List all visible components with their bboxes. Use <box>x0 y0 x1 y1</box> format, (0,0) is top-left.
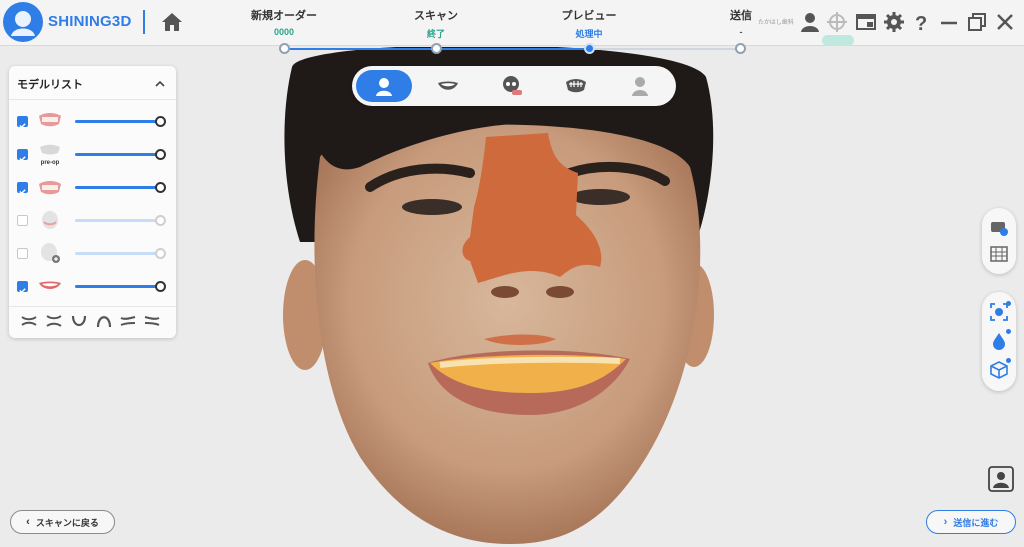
smile-view-icon <box>438 81 458 90</box>
restore-icon[interactable] <box>966 11 988 33</box>
face-view-icon <box>376 78 392 96</box>
user-name: たかはし歯科 <box>758 20 794 26</box>
face-model-icon <box>37 209 63 231</box>
jaw-settings-icon[interactable] <box>989 218 1009 238</box>
minimize-icon[interactable] <box>938 11 960 33</box>
step-status: 処理中 <box>575 29 603 39</box>
cube-icon[interactable] <box>989 360 1009 380</box>
opacity-slider[interactable] <box>75 120 161 123</box>
logo-icon <box>3 2 43 42</box>
opacity-slider[interactable] <box>75 252 161 255</box>
visibility-checkbox[interactable] <box>17 248 28 259</box>
step-node-scan <box>431 43 442 54</box>
chevron-up-icon[interactable] <box>155 76 165 87</box>
model-row-preop: pre-op <box>9 141 176 171</box>
preop-label: pre-op <box>40 160 60 166</box>
slider-handle[interactable] <box>155 116 166 127</box>
step-node-new-order <box>279 43 290 54</box>
model-row-add-face <box>9 240 176 270</box>
teeth-view-icon <box>566 79 586 93</box>
gear-icon[interactable] <box>883 11 905 33</box>
indicator-dot <box>1006 301 1011 306</box>
chevron-left-icon: ‹ <box>26 516 30 528</box>
next-label: 送信に進む <box>953 517 999 528</box>
help-icon[interactable]: ? <box>910 11 932 35</box>
chevron-right-icon: › <box>943 516 948 528</box>
workflow-progress <box>284 48 740 50</box>
right-toolbar-view <box>982 292 1016 391</box>
upper-jaw-icon <box>37 110 63 132</box>
bite-tilt-left-icon[interactable] <box>119 314 137 328</box>
color-drop-icon[interactable] <box>989 331 1009 351</box>
model-row-lower-jaw <box>9 174 176 204</box>
step-title: 新規オーダー <box>251 10 317 22</box>
profile-view-button[interactable] <box>612 70 668 102</box>
step-status: - <box>739 27 743 37</box>
model-row-upper-jaw <box>9 108 176 138</box>
step-status: 終了 <box>426 29 445 39</box>
lower-jaw-icon <box>37 176 63 198</box>
jaw-grid-icon[interactable] <box>989 244 1009 264</box>
slider-handle[interactable] <box>155 215 166 226</box>
profile-view-icon <box>632 77 648 96</box>
opacity-slider[interactable] <box>75 153 161 156</box>
visibility-checkbox[interactable] <box>17 215 28 226</box>
visibility-checkbox[interactable] <box>17 116 28 129</box>
visibility-checkbox[interactable] <box>17 182 28 195</box>
opacity-slider[interactable] <box>75 285 161 288</box>
brand-name: SHINING3D <box>48 13 132 30</box>
proceed-to-send-button[interactable]: › 送信に進む <box>926 510 1016 534</box>
indicator-dot <box>1006 358 1011 363</box>
account-icon[interactable] <box>799 11 821 33</box>
upper-arch-icon[interactable] <box>95 314 113 328</box>
view-toolbar <box>352 66 676 106</box>
visibility-checkbox[interactable] <box>17 281 28 294</box>
step-status: 0000 <box>273 27 295 37</box>
step-title: スキャン <box>414 10 458 22</box>
bite-open-icon[interactable] <box>20 314 38 328</box>
bite-tilt-right-icon[interactable] <box>143 314 161 328</box>
divider <box>9 306 176 307</box>
slider-handle[interactable] <box>155 149 166 160</box>
back-label: スキャンに戻る <box>35 517 99 528</box>
slider-handle[interactable] <box>155 182 166 193</box>
top-bar: SHINING3D 新規オーダー 0000 スキャン 終了 プレビュー 処理中 … <box>0 0 1024 46</box>
model-row-smile <box>9 273 176 303</box>
teeth-view-button[interactable] <box>548 70 604 102</box>
smile-view-button[interactable] <box>420 70 476 102</box>
step-title: プレビュー <box>561 10 617 22</box>
step-node-preview <box>584 43 595 54</box>
model-row-face-scan <box>9 207 176 237</box>
visibility-checkbox[interactable] <box>17 149 28 162</box>
smile-icon <box>37 275 63 297</box>
add-face-icon <box>37 242 63 264</box>
skull-view-icon <box>503 76 522 95</box>
lower-arch-icon[interactable] <box>70 314 88 328</box>
right-toolbar-jaw <box>982 208 1016 274</box>
face-view-button[interactable] <box>356 70 412 102</box>
skull-view-button[interactable] <box>484 70 540 102</box>
slider-handle[interactable] <box>155 248 166 259</box>
close-icon[interactable] <box>994 11 1016 33</box>
panel-title: モデルリスト <box>17 79 83 91</box>
portrait-icon[interactable] <box>988 466 1014 492</box>
svg-text:?: ? <box>915 13 927 33</box>
status-badge <box>822 35 854 46</box>
slider-handle[interactable] <box>155 281 166 292</box>
indicator-dot <box>1006 329 1011 334</box>
opacity-slider[interactable] <box>75 186 161 189</box>
divider <box>143 10 145 34</box>
back-to-scan-button[interactable]: ‹ スキャンに戻る <box>10 510 115 534</box>
home-icon[interactable] <box>160 10 184 34</box>
step-node-send <box>735 43 746 54</box>
model-list-panel: モデルリスト pre-op <box>9 66 176 338</box>
crosshair-icon[interactable] <box>826 11 848 33</box>
bite-side-icon[interactable] <box>45 314 63 328</box>
window-icon[interactable] <box>855 11 877 33</box>
divider <box>9 99 176 100</box>
opacity-slider[interactable] <box>75 219 161 222</box>
